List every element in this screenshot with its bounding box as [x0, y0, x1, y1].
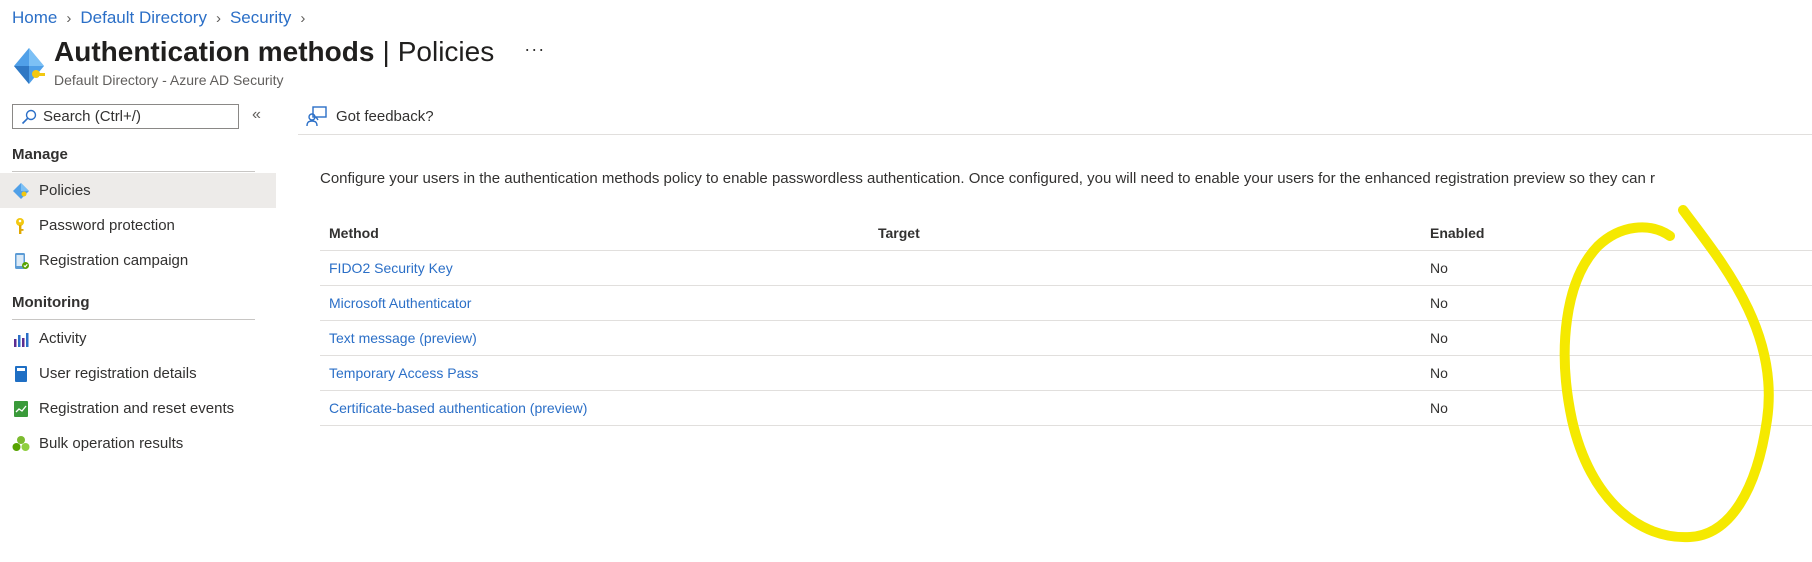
sidebar-item-label: Registration campaign [39, 252, 189, 269]
feedback-button[interactable]: Got feedback? [306, 105, 434, 127]
column-header-target[interactable]: Target [878, 225, 920, 241]
sidebar-item-registration-campaign[interactable]: Registration campaign [0, 243, 276, 278]
book-icon [12, 365, 30, 383]
section-header-manage: Manage [12, 146, 68, 163]
search-placeholder: Search (Ctrl+/) [43, 108, 141, 125]
sidebar-item-registration-and-reset-events[interactable]: Registration and reset events [0, 391, 276, 426]
more-options-button[interactable]: ··· [524, 40, 545, 58]
enabled-cell: No [1430, 295, 1448, 311]
auth-methods-icon [14, 48, 45, 84]
log-icon [12, 400, 30, 418]
feedback-label: Got feedback? [336, 107, 434, 125]
divider [12, 171, 255, 172]
method-link-fido2[interactable]: FIDO2 Security Key [329, 260, 453, 276]
title-separator: | [382, 36, 390, 67]
policy-description: Configure your users in the authenticati… [320, 170, 1655, 187]
sidebar-item-policies[interactable]: Policies [0, 173, 276, 208]
diamond-icon [12, 182, 30, 200]
sidebar-item-label: Registration and reset events [39, 400, 235, 417]
group-icon [12, 435, 30, 453]
sidebar-item-label: Password protection [39, 217, 175, 234]
method-link-temporary-access-pass[interactable]: Temporary Access Pass [329, 365, 478, 381]
sidebar-item-label: User registration details [39, 365, 197, 382]
breadcrumb-home[interactable]: Home [12, 8, 57, 28]
table-header: Method Target Enabled [320, 216, 1812, 251]
sidebar-item-password-protection[interactable]: Password protection [0, 208, 276, 243]
sidebar-item-label: Policies [39, 182, 91, 199]
collapse-sidebar-button[interactable]: « [252, 106, 261, 124]
breadcrumb: Home › Default Directory › Security › [12, 6, 314, 30]
method-link-text-message[interactable]: Text message (preview) [329, 330, 477, 346]
chevron-right-icon: › [215, 9, 221, 27]
key-icon [12, 217, 30, 235]
method-link-certificate-based-auth[interactable]: Certificate-based authentication (previe… [329, 400, 587, 416]
divider [12, 319, 255, 320]
breadcrumb-default-directory[interactable]: Default Directory [80, 8, 207, 28]
enabled-cell: No [1430, 330, 1448, 346]
phone-check-icon [12, 252, 30, 270]
sidebar-item-label: Bulk operation results [39, 435, 184, 452]
breadcrumb-security[interactable]: Security [230, 8, 291, 28]
table-row: Temporary Access Pass No [320, 356, 1812, 391]
page-title: Authentication methods [54, 36, 375, 67]
methods-table: Method Target Enabled FIDO2 Security Key… [320, 216, 1812, 426]
sidebar: Search (Ctrl+/) « Manage Policies Passwo… [0, 100, 276, 562]
section-header-monitoring: Monitoring [12, 294, 90, 311]
enabled-cell: No [1430, 400, 1448, 416]
enabled-cell: No [1430, 365, 1448, 381]
column-header-method[interactable]: Method [329, 225, 379, 241]
feedback-icon [306, 106, 327, 127]
page-header: Authentication methods | Policies ··· De… [12, 34, 545, 94]
table-row: Text message (preview) No [320, 321, 1812, 356]
table-row: Certificate-based authentication (previe… [320, 391, 1812, 426]
sidebar-item-bulk-operation-results[interactable]: Bulk operation results [0, 426, 276, 461]
sidebar-item-label: Activity [39, 330, 87, 347]
sidebar-item-activity[interactable]: Activity [0, 321, 276, 356]
chart-bars-icon [12, 330, 30, 348]
page-subtitle: Default Directory - Azure AD Security [54, 72, 284, 88]
command-bar: Got feedback? [298, 100, 1812, 135]
chevron-right-icon: › [300, 9, 306, 27]
method-link-microsoft-authenticator[interactable]: Microsoft Authenticator [329, 295, 471, 311]
column-header-enabled[interactable]: Enabled [1430, 225, 1484, 241]
table-row: Microsoft Authenticator No [320, 286, 1812, 321]
page-section-title: Policies [397, 36, 495, 67]
chevron-right-icon: › [66, 9, 72, 27]
enabled-cell: No [1430, 260, 1448, 276]
search-icon [21, 109, 37, 124]
search-input[interactable]: Search (Ctrl+/) [12, 104, 239, 129]
table-row: FIDO2 Security Key No [320, 251, 1812, 286]
sidebar-item-user-registration-details[interactable]: User registration details [0, 356, 276, 391]
